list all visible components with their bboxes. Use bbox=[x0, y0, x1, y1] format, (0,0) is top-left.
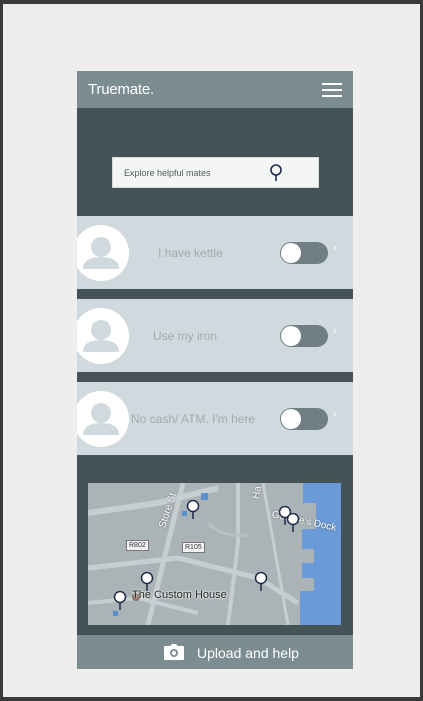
upload-label: Upload and help bbox=[197, 645, 299, 661]
upload-and-help-button[interactable]: Upload and help bbox=[77, 635, 353, 669]
toggle-knob bbox=[281, 409, 301, 429]
map-pin-icon[interactable] bbox=[269, 164, 283, 182]
map-view[interactable]: R802 R105 Store St George's Dock Ha The … bbox=[88, 483, 341, 625]
chevron-right-icon[interactable]: › bbox=[333, 325, 337, 337]
card-kettle[interactable]: I have kettle › bbox=[77, 216, 353, 289]
availability-toggle[interactable] bbox=[280, 325, 328, 347]
card-label: Use my iron bbox=[153, 329, 218, 343]
app-title: Truemate. bbox=[88, 81, 155, 98]
toggle-knob bbox=[281, 326, 301, 346]
search-input[interactable]: Explore helpful mates bbox=[112, 157, 319, 188]
user-avatar-icon bbox=[77, 225, 129, 281]
card-iron[interactable]: Use my iron › bbox=[77, 299, 353, 372]
app-header: Truemate. bbox=[77, 71, 353, 108]
map-pin-icon[interactable] bbox=[286, 513, 300, 533]
card-cash-atm[interactable]: No cash/ ATM. I'm here › bbox=[77, 382, 353, 455]
chevron-right-icon[interactable]: › bbox=[333, 242, 337, 254]
map-pin-icon[interactable] bbox=[140, 572, 154, 592]
road-label: R802 bbox=[126, 540, 149, 551]
map-pin-icon[interactable] bbox=[113, 591, 127, 611]
card-label: No cash/ ATM. I'm here bbox=[131, 412, 256, 426]
hamburger-menu-icon[interactable] bbox=[322, 83, 342, 97]
road-label: R105 bbox=[182, 542, 205, 553]
camera-icon bbox=[164, 644, 184, 660]
street-label: Ha bbox=[250, 485, 264, 500]
user-avatar-icon bbox=[77, 308, 129, 364]
card-label: I have kettle bbox=[158, 246, 223, 260]
map-pin-icon[interactable] bbox=[186, 500, 200, 520]
search-placeholder: Explore helpful mates bbox=[124, 168, 211, 178]
app-screen: Truemate. Explore helpful mates I have k… bbox=[77, 71, 353, 669]
availability-toggle[interactable] bbox=[280, 242, 328, 264]
map-pin-icon[interactable] bbox=[254, 572, 268, 592]
page-canvas: Truemate. Explore helpful mates I have k… bbox=[3, 4, 420, 697]
toggle-knob bbox=[281, 243, 301, 263]
chevron-right-icon[interactable]: › bbox=[333, 408, 337, 420]
availability-toggle[interactable] bbox=[280, 408, 328, 430]
user-avatar-icon bbox=[77, 391, 129, 447]
